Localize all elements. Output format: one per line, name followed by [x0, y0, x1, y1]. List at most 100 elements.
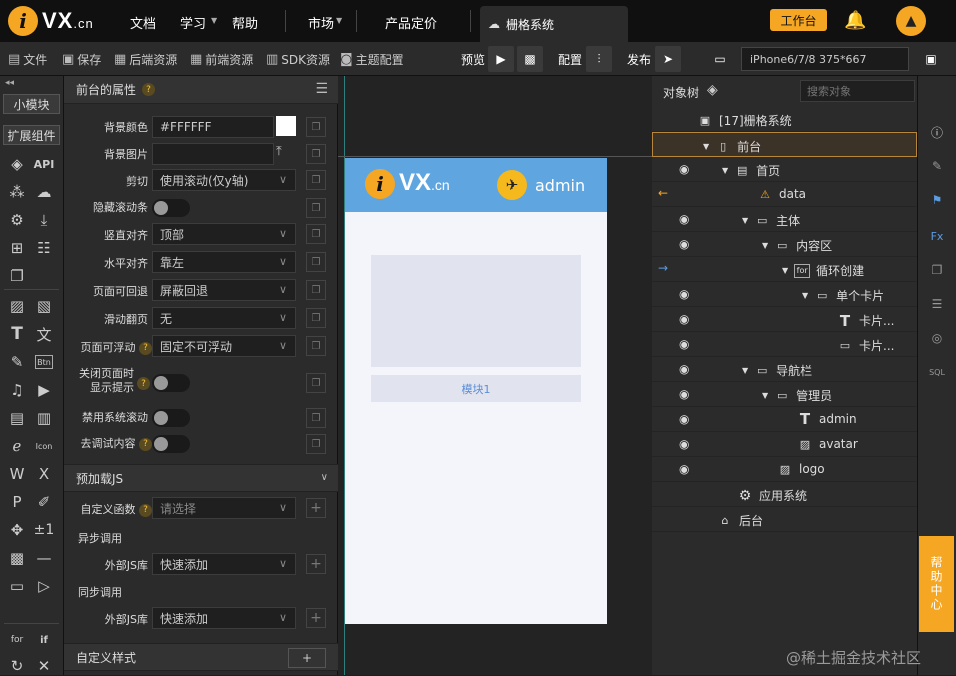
component-icon[interactable]: ❐ — [926, 260, 948, 280]
add-icon[interactable]: + — [306, 498, 326, 518]
help-icon[interactable]: ? — [139, 437, 152, 451]
copy-icon[interactable]: ❐ — [306, 224, 326, 244]
send-icon[interactable]: ➤ — [655, 46, 681, 72]
tree-node-root[interactable]: ▣ [17]栅格系统 — [652, 107, 917, 132]
eye-icon[interactable]: ◉ — [679, 412, 689, 426]
edit-icon[interactable]: ✎ — [6, 352, 28, 372]
layers-icon[interactable]: ◈ — [707, 82, 718, 98]
color-swatch[interactable] — [276, 116, 296, 136]
add-icon[interactable]: + — [306, 608, 326, 628]
help-icon[interactable]: ? — [142, 83, 156, 96]
eye-icon[interactable]: ◉ — [679, 437, 689, 451]
image-icon[interactable]: ▨ — [6, 296, 28, 316]
copy-icon[interactable]: ❐ — [306, 336, 326, 356]
info-icon[interactable]: ⓘ — [926, 122, 948, 142]
eye-icon[interactable]: ◉ — [679, 337, 689, 351]
cloud-upload-icon[interactable]: ☁ — [33, 182, 55, 202]
screenshot-icon[interactable]: ▣ — [920, 46, 942, 72]
back-select[interactable]: 屏蔽回退 ∨ — [152, 279, 296, 301]
copy-icon[interactable]: ❐ — [306, 373, 326, 393]
vx-logo[interactable]: i VX.cn — [8, 6, 94, 36]
extension-components-button[interactable]: 扩展组件 — [3, 125, 60, 145]
style-icon[interactable]: ✎ — [926, 156, 948, 176]
tree-node-card-text[interactable]: ◉ T 卡片... — [652, 307, 917, 332]
copy-icon[interactable]: ❐ — [306, 280, 326, 300]
flip-select[interactable]: 无 ∨ — [152, 307, 296, 329]
button-icon[interactable]: Btn — [35, 355, 53, 369]
bg-color-input[interactable]: #FFFFFF — [152, 116, 274, 138]
backend-resources-button[interactable]: ▦ 后端资源 — [114, 51, 177, 68]
sliders-icon[interactable]: ⫶ — [586, 46, 612, 72]
phone-preview[interactable]: i VX.cn ✈ admin 模块1 — [345, 158, 607, 624]
publish-label[interactable]: 发布 — [624, 46, 654, 72]
arrow-right-icon[interactable]: → — [658, 261, 668, 275]
add-style-button[interactable]: + — [288, 648, 326, 668]
eye-icon[interactable]: ◉ — [679, 387, 689, 401]
admin-avatar[interactable]: ✈ — [497, 170, 527, 200]
word-icon[interactable]: W — [6, 464, 28, 484]
excel-icon[interactable]: X — [33, 464, 55, 484]
nav-docs[interactable]: 文档 — [130, 13, 156, 32]
collapse-icon[interactable]: ◂◂ — [5, 78, 14, 88]
card-placeholder[interactable] — [371, 255, 581, 367]
ext-js-select[interactable]: 快速添加 ∨ — [152, 553, 296, 575]
text-icon[interactable]: T — [6, 324, 28, 344]
api-icon[interactable]: API — [33, 154, 55, 174]
translate-icon[interactable]: 文 — [33, 324, 55, 344]
module-block[interactable]: 模块1 — [371, 375, 581, 402]
chart-icon[interactable]: ▥ — [33, 408, 55, 428]
eye-icon[interactable]: ◉ — [679, 362, 689, 376]
link-icon[interactable]: ▭ — [6, 576, 28, 596]
tree-node-frontend[interactable]: ▼ ▯ 前台 — [652, 132, 917, 157]
tree-node-avatar[interactable]: ◉ ▨ avatar — [652, 432, 917, 457]
tree-node-loop[interactable]: → ▼ for 循环创建 — [652, 257, 917, 282]
copy-icon[interactable]: ❐ — [306, 252, 326, 272]
nav-pricing[interactable]: 产品定价 — [385, 13, 437, 32]
halign-select[interactable]: 靠左 ∨ — [152, 251, 296, 273]
disable-scroll-toggle[interactable] — [152, 409, 190, 427]
puzzle-icon[interactable]: ✥ — [6, 520, 28, 540]
gear-icon[interactable]: ⚙ — [6, 210, 28, 230]
share-icon[interactable]: ⁂ — [6, 182, 28, 202]
tree-node-backend[interactable]: ⌂ 后台 — [652, 507, 917, 532]
slide-icon[interactable]: ▷ — [33, 576, 55, 596]
device-select[interactable]: iPhone6/7/8 375*667 — [741, 47, 909, 71]
icon-icon[interactable]: Icon — [33, 436, 55, 456]
config-label[interactable]: 配置 — [555, 46, 585, 72]
eye-icon[interactable]: ◉ — [679, 312, 689, 326]
custom-style-header[interactable]: 自定义样式 + — [64, 643, 338, 671]
download-icon[interactable]: ⤓ — [33, 210, 55, 230]
help-icon[interactable]: ? — [139, 341, 152, 355]
if-icon[interactable]: if — [33, 630, 55, 650]
help-icon[interactable]: ? — [137, 377, 150, 390]
tree-node-card-box[interactable]: ◉ ▭ 卡片... — [652, 332, 917, 357]
copy-icon[interactable]: ❐ — [306, 408, 326, 428]
nav-learn[interactable]: 学习 — [180, 13, 206, 32]
form-icon[interactable]: ☷ — [33, 238, 55, 258]
tree-search-input[interactable] — [800, 80, 915, 102]
hide-scrollbar-toggle[interactable] — [152, 199, 190, 217]
copy-icon[interactable]: ❐ — [6, 266, 28, 286]
tree-node-navbar[interactable]: ◉ ▼ ▭ 导航栏 — [652, 357, 917, 382]
sdk-resources-button[interactable]: ▥ SDK资源 — [266, 51, 330, 68]
video-icon[interactable]: ▶ — [33, 380, 55, 400]
line-icon[interactable]: — — [33, 548, 55, 568]
design-canvas[interactable]: i VX.cn ✈ admin 模块1 — [338, 76, 652, 675]
frontend-resources-button[interactable]: ▦ 前端资源 — [190, 51, 253, 68]
tree-node-admin-group[interactable]: ◉ ▼ ▭ 管理员 — [652, 382, 917, 407]
copy-icon[interactable]: ❐ — [306, 170, 326, 190]
tab-grid-system[interactable]: ☁ 栅格系统 — [480, 6, 628, 42]
ext-js-select[interactable]: 快速添加 ∨ — [152, 607, 296, 629]
tree-node-data[interactable]: ← ⚠ data — [652, 182, 917, 207]
debug-toggle[interactable] — [152, 435, 190, 453]
tree-node-main[interactable]: ◉ ▼ ▭ 主体 — [652, 207, 917, 232]
add-page-icon[interactable]: ⊞ — [6, 238, 28, 258]
theme-config-button[interactable]: ◙ 主题配置 — [340, 51, 404, 68]
eye-icon[interactable]: ◉ — [679, 237, 689, 251]
copy-icon[interactable]: ❐ — [306, 308, 326, 328]
align-icon[interactable]: ☰ — [926, 294, 948, 314]
event-icon[interactable]: ⚑ — [926, 190, 948, 210]
close-hint-toggle[interactable] — [152, 374, 190, 392]
clip-select[interactable]: 使用滚动(仅y轴) ∨ — [152, 169, 296, 191]
nav-help[interactable]: 帮助 — [232, 13, 258, 32]
